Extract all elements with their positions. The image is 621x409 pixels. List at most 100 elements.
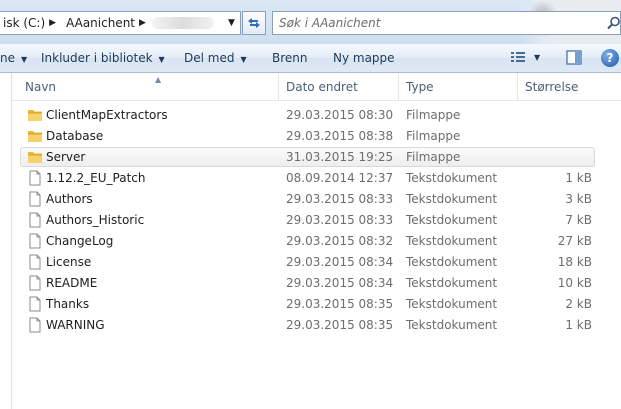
include-in-library-label: Inkluder i bibliotek [41,51,153,65]
file-date-modified: 29.03.2015 08:33 [286,213,394,227]
file-type: Tekstdokument [406,318,498,332]
file-name: WARNING [46,318,105,332]
address-bar-area: isk (C:) ▶ AAanichent ▶ ▼ [0,0,621,44]
include-in-library-button[interactable]: Inkluder i bibliotek ▼ [41,44,165,72]
column-header-name[interactable]: Navn [25,73,56,100]
file-date-modified: 29.03.2015 08:30 [286,108,394,122]
file-row[interactable]: Server 31.03.2015 19:25 Filmappe [12,147,621,168]
file-name: ChangeLog [46,234,114,248]
folder-icon [28,131,42,142]
file-size: 2 kB [565,297,592,311]
file-date-modified: 29.03.2015 08:32 [286,234,394,248]
search-box[interactable] [272,11,621,35]
file-size: 18 kB [557,255,592,269]
file-row[interactable]: ChangeLog 29.03.2015 08:32 Tekstdokument 27… [12,231,621,252]
file-size: 1 kB [565,171,592,185]
file-name: Authors_Historic [46,213,145,227]
file-row[interactable]: Authors_Historic 29.03.2015 08:33 Tekstdok… [12,210,621,231]
file-row[interactable]: License 29.03.2015 08:34 Tekstdokument 18 k… [12,252,621,273]
file-name: ClientMapExtractors [46,108,168,122]
search-icon[interactable] [607,16,621,30]
file-row[interactable]: ClientMapExtractors 29.03.2015 08:30 Filma… [12,105,621,126]
text-document-icon [29,212,41,228]
file-row[interactable]: README 29.03.2015 08:34 Tekstdokument 10 kB [12,273,621,294]
folder-icon [28,152,42,163]
file-date-modified: 29.03.2015 08:38 [286,129,394,143]
text-document-icon [29,296,41,312]
change-view-button[interactable]: ▼ [510,50,540,64]
file-type: Tekstdokument [406,234,498,248]
file-row[interactable]: Authors 29.03.2015 08:33 Tekstdokument 3 kB [12,189,621,210]
file-name: 1.12.2_EU_Patch [46,171,146,185]
share-with-label: Del med [184,51,235,65]
column-divider[interactable] [398,73,399,100]
text-document-icon [29,275,41,291]
file-date-modified: 31.03.2015 19:25 [286,150,394,164]
file-name: Database [46,129,104,143]
sort-ascending-icon: ▲ [155,75,162,84]
text-document-icon [29,233,41,249]
file-date-modified: 08.09.2014 12:37 [286,171,394,185]
command-bar: ne ▼ Inkluder i bibliotek ▼ Del med ▼ Brenn… [0,44,621,73]
organize-button[interactable]: ne ▼ [0,44,27,72]
file-type: Filmappe [406,108,461,122]
file-name: Thanks [46,297,90,311]
breadcrumb-separator-icon[interactable]: ▶ [49,18,60,28]
text-document-icon [29,170,41,186]
file-type: Tekstdokument [406,213,498,227]
file-row[interactable]: WARNING 29.03.2015 08:35 Tekstdokument 1 kB [12,315,621,336]
file-date-modified: 29.03.2015 08:35 [286,297,394,311]
file-name: README [46,276,98,290]
breadcrumb-item-folder[interactable]: AAanichent [60,16,139,30]
column-header-size[interactable]: Størrelse [525,73,578,100]
new-folder-label: Ny mappe [333,51,395,65]
column-header-type[interactable]: Type [406,73,434,100]
file-type: Filmappe [406,150,461,164]
new-folder-button[interactable]: Ny mappe [333,44,395,72]
refresh-button[interactable] [242,11,266,35]
text-document-icon [29,317,41,333]
preview-pane-icon [566,50,582,65]
column-divider[interactable] [278,73,279,100]
breadcrumb-item-drive[interactable]: isk (C:) [0,16,49,30]
file-name: Authors [46,192,93,206]
breadcrumb-separator-icon[interactable]: ▶ [139,18,150,28]
column-header: ▲ Navn Dato endret Type Størrelse [12,73,621,101]
chevron-down-icon: ▼ [240,55,247,64]
burn-label: Brenn [272,51,308,65]
help-button[interactable]: ? [601,49,619,67]
file-date-modified: 29.03.2015 08:35 [286,318,394,332]
folder-icon [28,110,42,121]
column-header-date[interactable]: Dato endret [286,73,358,100]
search-input[interactable] [279,16,599,30]
file-size: 27 kB [557,234,592,248]
burn-button[interactable]: Brenn [272,44,308,72]
file-type: Tekstdokument [406,192,498,206]
file-type: Tekstdokument [406,276,498,290]
file-size: 7 kB [565,213,592,227]
file-row[interactable]: Thanks 29.03.2015 08:35 Tekstdokument 2 kB [12,294,621,315]
file-type: Tekstdokument [406,255,498,269]
file-list: ClientMapExtractors 29.03.2015 08:30 Filma… [12,105,621,336]
chevron-down-icon: ▼ [534,52,541,62]
text-document-icon [29,191,41,207]
address-history-dropdown-icon[interactable]: ▼ [223,12,240,34]
refresh-icon [248,18,260,28]
file-type: Tekstdokument [406,171,498,185]
preview-pane-button[interactable] [566,50,582,68]
column-divider[interactable] [517,73,518,100]
file-row[interactable]: 1.12.2_EU_Patch 08.09.2014 12:37 Tekstdoku… [12,168,621,189]
navigation-pane[interactable] [0,73,12,409]
file-size: 3 kB [565,192,592,206]
chevron-down-icon: ▼ [21,55,28,64]
file-size: 10 kB [557,276,592,290]
file-size: 1 kB [565,318,592,332]
chevron-down-icon: ▼ [158,55,165,64]
file-row[interactable]: Database 29.03.2015 08:38 Filmappe [12,126,621,147]
text-document-icon [29,254,41,270]
file-name: License [46,255,92,269]
breadcrumb[interactable]: isk (C:) ▶ AAanichent ▶ ▼ [0,11,241,35]
blurred-crumb [151,17,214,29]
share-with-button[interactable]: Del med ▼ [184,44,247,72]
file-date-modified: 29.03.2015 08:34 [286,255,394,269]
